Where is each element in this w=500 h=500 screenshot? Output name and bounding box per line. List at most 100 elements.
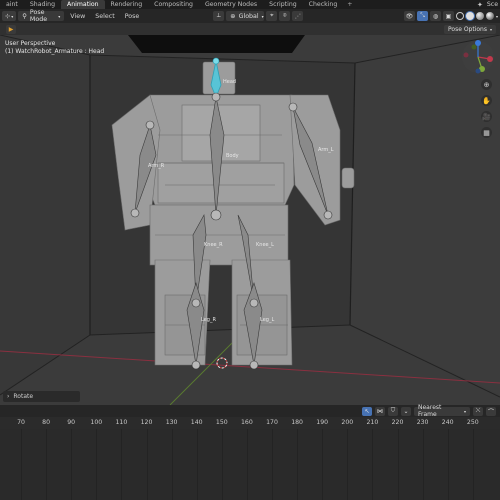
ceiling-light [128, 35, 305, 53]
tab-shading[interactable]: Shading [24, 0, 61, 9]
chevron-down-icon: ▾ [11, 13, 14, 19]
frame-tick-label: 160 [240, 419, 253, 426]
overlay-icon[interactable]: ◍ [429, 11, 441, 21]
axes-icon: ⊹ [5, 12, 11, 20]
frame-tick-label: 250 [466, 419, 479, 426]
proportional-icon[interactable]: ⋈ [375, 406, 385, 416]
mode-label: Pose Mode [29, 9, 48, 23]
view-perspective-label: User Perspective [5, 40, 56, 47]
chevron-down-icon: ▾ [58, 13, 61, 19]
wireframe-shading-icon[interactable] [455, 12, 464, 20]
frame-tick-label: 220 [391, 419, 404, 426]
bone-label-body: Body [226, 153, 239, 159]
frame-gridline [422, 429, 424, 500]
frame-gridline [447, 429, 449, 500]
bone-label-arm-r: Arm_R [148, 163, 165, 169]
xray-icon[interactable]: ▣ [442, 11, 454, 21]
material-shading-icon[interactable] [475, 12, 484, 20]
frame-tick-label: 110 [115, 419, 128, 426]
filter-icon[interactable]: ⛉ [388, 406, 398, 416]
mode-dropdown[interactable]: ⚲ Pose Mode ▾ [18, 9, 65, 23]
select-cursor-icon[interactable]: ↖ [362, 406, 372, 416]
tab-geometry-nodes[interactable]: Geometry Nodes [199, 0, 263, 9]
frame-tick-label: 210 [366, 419, 379, 426]
tab-paint[interactable]: aint [0, 0, 24, 9]
scene-icon[interactable]: ✦ [477, 1, 483, 9]
operator-panel[interactable]: › Rotate [3, 391, 80, 402]
tab-compositing[interactable]: Compositing [148, 0, 199, 9]
timeline-header: ↖ ⋈ ⛉ ⌄ Nearest Frame ▾ ⤬ ⌒ [0, 404, 500, 418]
frame-gridline [472, 429, 474, 500]
pose-options-dropdown[interactable]: Pose Options ▾ [444, 24, 496, 34]
viewport-header: ⊹ ▾ ⚲ Pose Mode ▾ View Select Pose ⟂ ⊕ Gl… [0, 9, 500, 23]
visibility-icon[interactable]: 👁 [403, 11, 415, 21]
frame-gridline [372, 429, 374, 500]
snapping-icon[interactable]: ⌄ [401, 406, 411, 416]
x-axis-handle[interactable] [487, 56, 493, 62]
transform-pivot-icon[interactable]: ⟂ [213, 11, 225, 21]
keying-dropdown[interactable]: Nearest Frame ▾ [414, 404, 470, 418]
bone-label-head: Head [223, 79, 237, 85]
frame-tick-label: 70 [17, 419, 25, 426]
tab-animation[interactable]: Animation [61, 0, 105, 9]
menu-select[interactable]: Select [91, 13, 118, 20]
overlay-icon[interactable]: ⤬ [473, 406, 483, 416]
frame-tick-label: 180 [291, 419, 303, 426]
neg-y-handle[interactable] [471, 44, 477, 50]
add-workspace-button[interactable]: + [343, 1, 356, 8]
timeline-ruler[interactable]: 70 80 90 100 110 120 130 140 150 160 170 180 190 200 2… [0, 417, 500, 429]
scene-selector[interactable]: Sce [487, 1, 498, 8]
gizmo-toggle-icon[interactable]: ⤡ [416, 11, 428, 21]
pan-hand-icon[interactable]: ✋ [481, 95, 492, 106]
graph-icon[interactable]: ⌒ [486, 406, 496, 416]
pivot-point-icon[interactable]: ⌖ [266, 11, 278, 21]
workspace-tabs-bar: aint Shading Animation Rendering Composi… [0, 0, 500, 9]
editor-type-button[interactable]: ⊹ ▾ [2, 11, 17, 21]
neg-z-handle[interactable] [475, 68, 481, 74]
frame-gridline [21, 429, 22, 500]
zoom-icon[interactable]: ⊕ [481, 79, 492, 90]
tab-scripting[interactable]: Scripting [263, 0, 303, 9]
active-object-label: (1) WatchRobot_Armature : Head [5, 48, 105, 55]
solid-shading-icon[interactable] [465, 12, 474, 20]
frame-tick-label: 150 [215, 419, 228, 426]
timeline-body[interactable] [0, 429, 500, 500]
snap-icon[interactable]: ⌾ [279, 11, 291, 21]
frame-tick-label: 140 [190, 419, 203, 426]
tab-rendering[interactable]: Rendering [105, 0, 149, 9]
frame-tick-label: 240 [441, 419, 454, 426]
frame-gridline [96, 429, 98, 500]
orientation-dropdown[interactable]: ⊕ Global ▾ [226, 11, 265, 21]
viewport-nav-buttons: ⊕ ✋ 🎥 ▦ [481, 79, 492, 138]
3d-viewport[interactable]: Head Arm_R Body Arm_L Knee_R Knee_L Leg_… [0, 35, 500, 405]
menu-view[interactable]: View [66, 13, 89, 20]
frame-tick-label: 130 [165, 419, 178, 426]
snap-target-icon[interactable]: ⋰ [292, 11, 304, 21]
chevron-down-icon: ▾ [261, 13, 264, 19]
grid-view-icon[interactable]: ▦ [481, 127, 492, 138]
pose-mode-icon: ⚲ [22, 12, 27, 20]
frame-gridline [121, 429, 123, 500]
rendered-shading-icon[interactable] [485, 12, 494, 20]
operator-panel-label: Rotate [13, 393, 34, 400]
frame-tick-label: 200 [341, 419, 354, 426]
z-axis-handle[interactable] [475, 40, 481, 46]
frame-tick-label: 120 [140, 419, 153, 426]
neg-x-handle[interactable] [463, 52, 469, 58]
chevron-down-icon[interactable]: ▾ [496, 14, 498, 19]
globe-icon: ⊕ [230, 12, 236, 20]
toolbar-toggle-button[interactable]: ▶ [6, 24, 16, 34]
menu-pose[interactable]: Pose [121, 13, 144, 20]
frame-gridline [297, 429, 299, 500]
tab-checking[interactable]: Checking [303, 0, 344, 9]
orientation-label: Global [238, 12, 259, 20]
navigation-gizmo[interactable] [460, 39, 496, 75]
frame-gridline [221, 429, 223, 500]
frame-gridline [196, 429, 198, 500]
frame-gridline [71, 429, 73, 500]
camera-icon[interactable]: 🎥 [481, 111, 492, 122]
frame-tick-label: 190 [316, 419, 329, 426]
frame-gridline [146, 429, 148, 500]
frame-tick-label: 170 [266, 419, 278, 426]
frame-gridline [246, 429, 248, 500]
